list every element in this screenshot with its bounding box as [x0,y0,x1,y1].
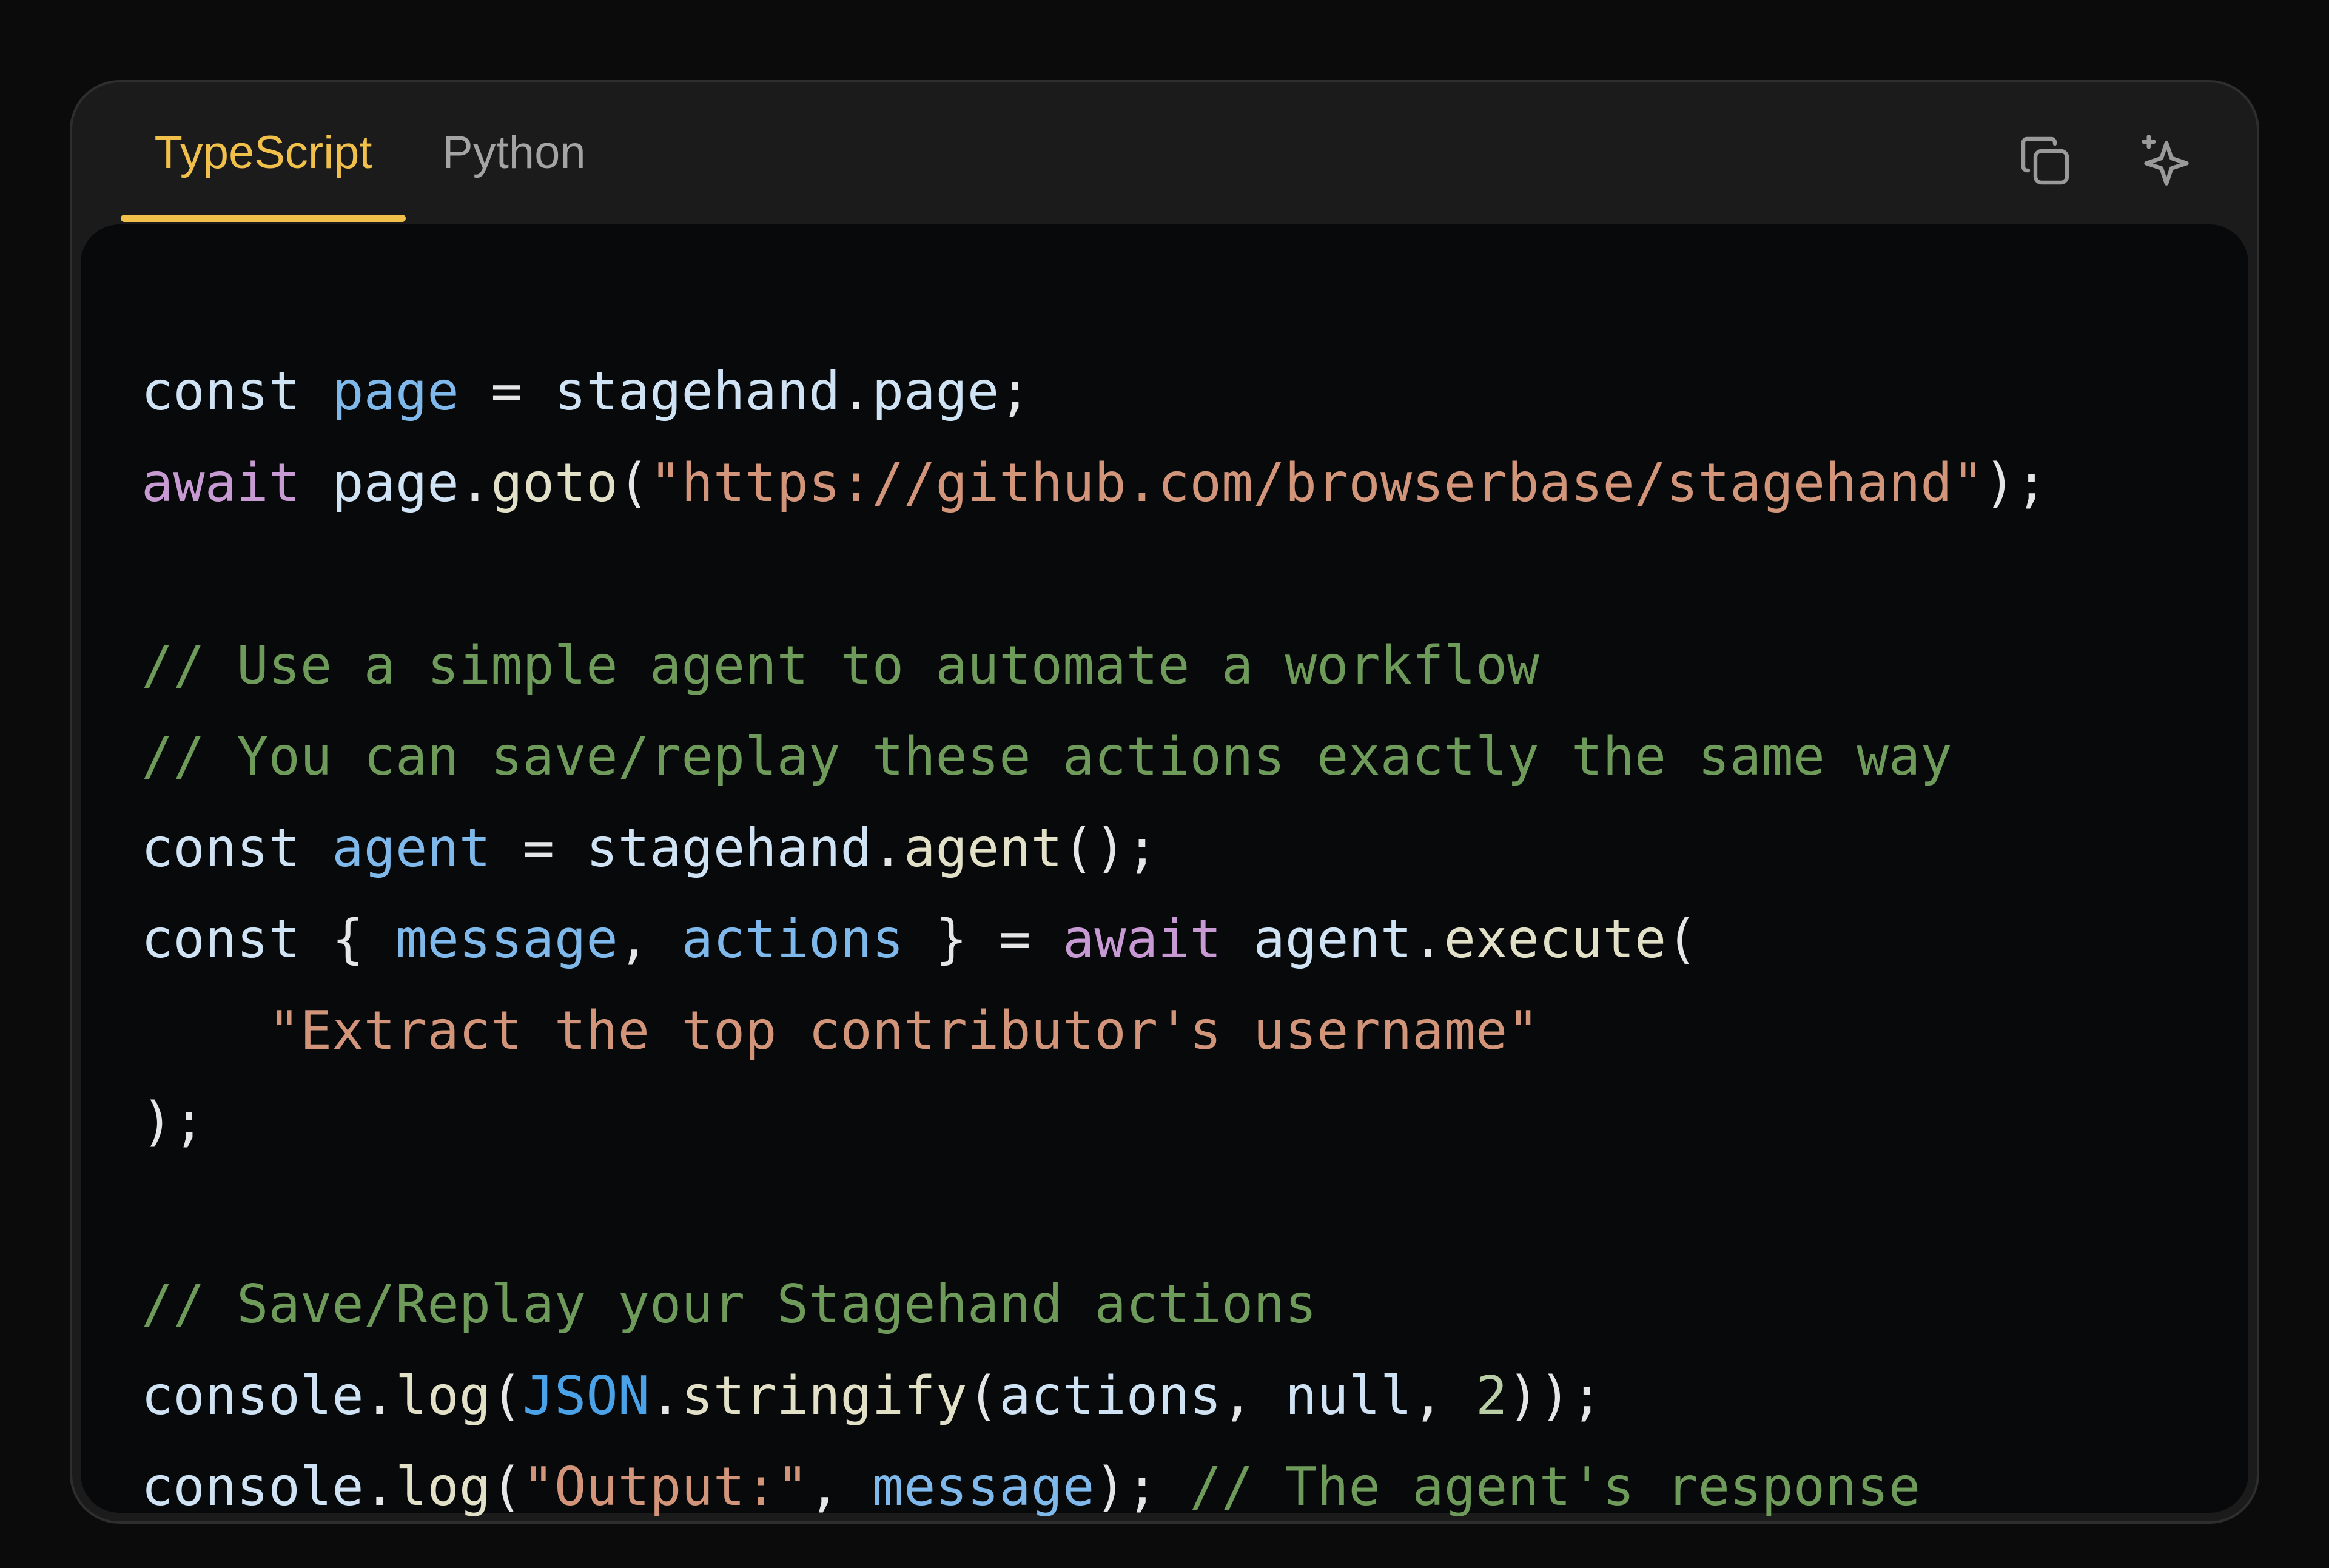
ask-ai-button[interactable] [2134,128,2199,193]
code-line: const { message, actions } = await agent… [141,908,1698,970]
sparkle-icon [2142,135,2189,186]
tab-typescript[interactable]: TypeScript [121,82,406,222]
card-actions [2012,128,2199,193]
tab-label: TypeScript [154,126,372,178]
tab-python[interactable]: Python [406,82,617,222]
code-line: const page = stagehand.page; [141,360,1031,422]
copy-icon [2021,136,2069,185]
code-content: const page = stagehand.page; await page.g… [141,346,2048,1521]
code-line: ); [141,1091,205,1152]
code-snippet-card: TypeScript Python const page = stagehand… [70,80,2259,1524]
code-comment: // Use a simple agent to automate a work… [141,634,1539,696]
language-tabs: TypeScript Python [121,82,617,222]
copy-button[interactable] [2012,128,2078,193]
tab-label: Python [442,126,586,178]
code-line: console.log(JSON.stringify(actions, null… [141,1364,1603,1427]
code-line: await page.goto("https://github.com/brow… [141,451,2048,514]
code-comment: // You can save/replay these actions exa… [141,725,1952,787]
code-line: "Extract the top contributor's username" [268,999,1539,1062]
code-line: const agent = stagehand.agent(); [141,816,1158,879]
code-block: const page = stagehand.page; await page.g… [81,224,2248,1518]
code-line: console.log("Output:", message); // The … [141,1456,1921,1518]
code-comment: // Save/Replay your Stagehand actions [141,1273,1317,1335]
